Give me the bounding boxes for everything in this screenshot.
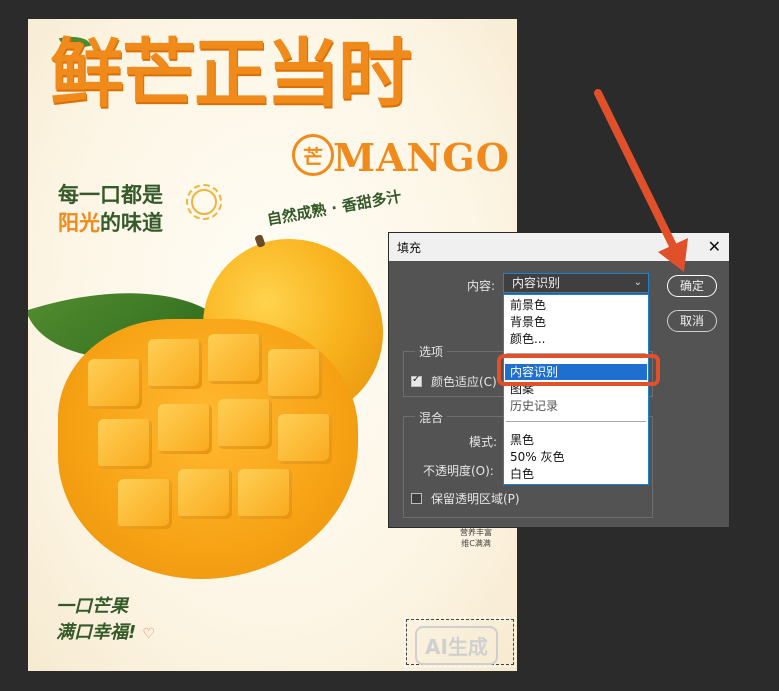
color-adapt-label: 颜色适应(C) xyxy=(431,375,497,389)
dialog-titlebar[interactable]: 填充 ✕ xyxy=(389,233,729,261)
highlight-box xyxy=(497,354,660,386)
dropdown-separator xyxy=(506,421,646,422)
mango-cube xyxy=(98,419,152,469)
blend-group-title: 混合 xyxy=(415,409,448,426)
dropdown-item-history[interactable]: 历史记录 xyxy=(510,398,558,414)
mango-cube xyxy=(148,339,202,389)
mango-cube xyxy=(218,399,272,449)
mango-cube xyxy=(268,349,322,399)
content-label: 内容: xyxy=(467,279,496,293)
dialog-title: 填充 xyxy=(397,241,422,255)
dropdown-item-black[interactable]: 黑色 xyxy=(510,432,534,448)
cut-mango-image xyxy=(58,319,358,579)
heart-icon: ♡ xyxy=(142,626,156,642)
slogan-bottom-line2: 满口幸福! ♡ xyxy=(56,620,155,647)
cancel-button[interactable]: 取消 xyxy=(667,310,717,332)
dropdown-item-foreground[interactable]: 前景色 xyxy=(510,297,546,313)
content-select-value: 内容识别 xyxy=(512,276,561,290)
slogan-bottom-text: 满口幸福! xyxy=(56,622,137,643)
ok-button[interactable]: 确定 xyxy=(667,275,717,297)
slogan-highlight: 阳光 xyxy=(58,211,100,235)
slogan-top: 每一口都是 阳光的味道 xyxy=(58,181,163,237)
content-select[interactable]: 内容识别 ⌄ xyxy=(503,273,649,293)
slogan-top-line2: 阳光的味道 xyxy=(58,209,163,237)
ai-generated-badge: AI生成 xyxy=(415,626,498,665)
slogan-bottom: 一口芒果 满口幸福! ♡ xyxy=(56,594,155,647)
nutrition-label: 营养丰富 维C满满 xyxy=(460,527,492,549)
mango-cube xyxy=(208,334,262,384)
slogan-top-line1: 每一口都是 xyxy=(58,183,163,207)
marquee-selection[interactable]: AI生成 xyxy=(404,617,516,667)
preserve-transparency-label: 保留透明区域(P) xyxy=(431,492,520,506)
dropdown-item-white[interactable]: 白色 xyxy=(510,466,534,482)
mango-cube xyxy=(158,404,212,454)
options-group-title: 选项 xyxy=(415,343,448,360)
slogan-bottom-line1: 一口芒果 xyxy=(56,596,128,617)
dropdown-item-gray[interactable]: 50% 灰色 xyxy=(510,449,565,465)
mango-cube xyxy=(238,469,292,519)
dropdown-item-color[interactable]: 颜色... xyxy=(510,331,545,347)
mango-cube xyxy=(88,359,142,409)
opacity-label: 不透明度(O): xyxy=(423,464,494,478)
mango-cube xyxy=(118,479,172,529)
slogan-right: 自然成熟 · 香甜多汁 xyxy=(265,187,403,229)
dropdown-item-background[interactable]: 背景色 xyxy=(510,314,546,330)
nutri-line1: 营养丰富 xyxy=(460,528,492,537)
sun-icon xyxy=(186,184,222,220)
nutri-line2: 维C满满 xyxy=(461,539,491,548)
slogan-rest: 的味道 xyxy=(100,211,163,235)
mode-label: 模式: xyxy=(469,435,498,449)
mango-badge-icon: 芒 xyxy=(292,134,334,176)
content-dropdown-list: 前景色 背景色 颜色... 内容识别 图案 历史记录 黑色 50% 灰色 白色 xyxy=(503,294,649,485)
poster-title-cn: 鲜芒正当时 xyxy=(50,31,412,117)
mango-cube xyxy=(278,414,332,464)
close-icon[interactable]: ✕ xyxy=(708,237,721,256)
mango-cube xyxy=(178,469,232,519)
poster-title-en: MANGO xyxy=(333,135,510,180)
color-adapt-checkbox[interactable] xyxy=(411,374,422,387)
preserve-transparency-checkbox[interactable] xyxy=(411,493,422,504)
chevron-down-icon: ⌄ xyxy=(633,277,642,288)
